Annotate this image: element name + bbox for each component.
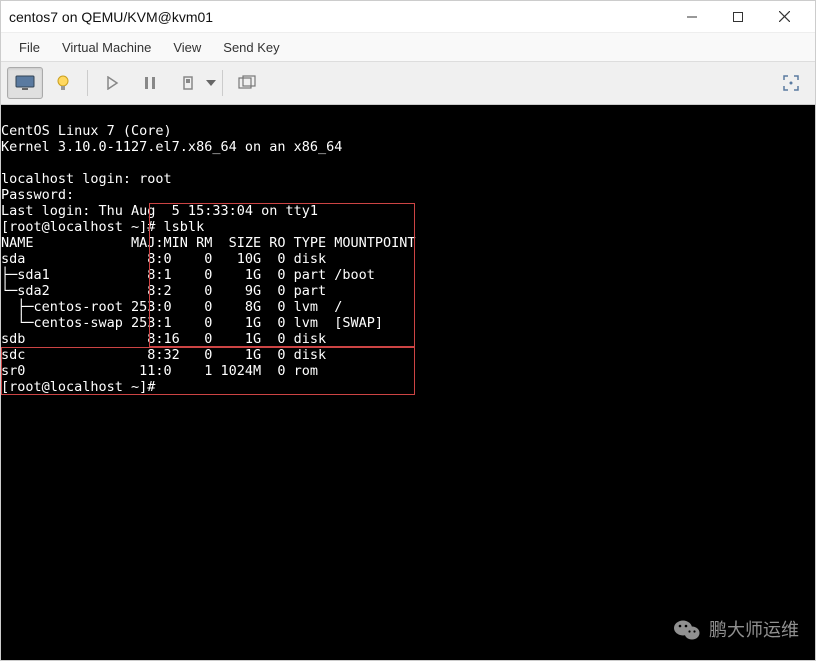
wechat-icon (673, 616, 701, 644)
window-title: centos7 on QEMU/KVM@kvm01 (9, 9, 213, 25)
menu-virtual-machine[interactable]: Virtual Machine (52, 36, 161, 59)
power-icon (181, 76, 195, 90)
maximize-button[interactable] (715, 1, 761, 33)
lsblk-row: sdc 8:32 0 1G 0 disk (1, 347, 334, 363)
menu-view[interactable]: View (163, 36, 211, 59)
terminal-line: Password: (1, 187, 74, 203)
lsblk-row: └─centos-swap 253:1 0 1G 0 lvm [SWAP] (1, 315, 383, 331)
terminal-prompt: [root@localhost ~]# (1, 379, 164, 395)
chevron-down-icon (206, 80, 216, 86)
minimize-button[interactable] (669, 1, 715, 33)
monitor-icon (15, 75, 35, 91)
snapshots-button[interactable] (229, 67, 265, 99)
menubar: File Virtual Machine View Send Key (1, 33, 815, 61)
toolbar-separator (87, 70, 88, 96)
pause-button[interactable] (132, 67, 168, 99)
watermark: 鹏大师运维 (673, 616, 799, 644)
menu-file[interactable]: File (9, 36, 50, 59)
snapshot-icon (238, 75, 256, 91)
lsblk-row: sr0 11:0 1 1024M 0 rom (1, 363, 334, 379)
toolbar-separator (222, 70, 223, 96)
lightbulb-icon (55, 74, 71, 92)
menu-send-key[interactable]: Send Key (213, 36, 289, 59)
terminal-line: Last login: Thu Aug 5 15:33:04 on tty1 (1, 203, 318, 219)
shutdown-button[interactable] (170, 67, 206, 99)
titlebar: centos7 on QEMU/KVM@kvm01 (1, 1, 815, 33)
toolbar (1, 61, 815, 105)
lsblk-row: ├─sda1 8:1 0 1G 0 part /boot (1, 267, 375, 283)
terminal-line: localhost login: root (1, 171, 172, 187)
close-button[interactable] (761, 1, 807, 33)
run-button[interactable] (94, 67, 130, 99)
app-window: centos7 on QEMU/KVM@kvm01 File Virtual M… (0, 0, 816, 661)
pause-icon (143, 76, 157, 90)
fullscreen-button[interactable] (773, 67, 809, 99)
shutdown-dropdown[interactable] (170, 67, 216, 99)
lsblk-row: sda 8:0 0 10G 0 disk (1, 251, 334, 267)
lsblk-header: NAME MAJ:MIN RM SIZE RO TYPE MOUNTPOINT (1, 235, 416, 251)
lsblk-row: sdb 8:16 0 1G 0 disk (1, 331, 334, 347)
console-button[interactable] (7, 67, 43, 99)
terminal-line: Kernel 3.10.0-1127.el7.x86_64 on an x86_… (1, 139, 342, 155)
terminal-prompt: [root@localhost ~]# lsblk (1, 219, 204, 235)
details-button[interactable] (45, 67, 81, 99)
lsblk-row: ├─centos-root 253:0 0 8G 0 lvm / (1, 299, 342, 315)
terminal-line: CentOS Linux 7 (Core) (1, 123, 172, 139)
watermark-text: 鹏大师运维 (709, 622, 799, 638)
lsblk-row: └─sda2 8:2 0 9G 0 part (1, 283, 334, 299)
fullscreen-icon (782, 74, 800, 92)
terminal[interactable]: CentOS Linux 7 (Core) Kernel 3.10.0-1127… (1, 105, 815, 660)
play-icon (105, 76, 119, 90)
